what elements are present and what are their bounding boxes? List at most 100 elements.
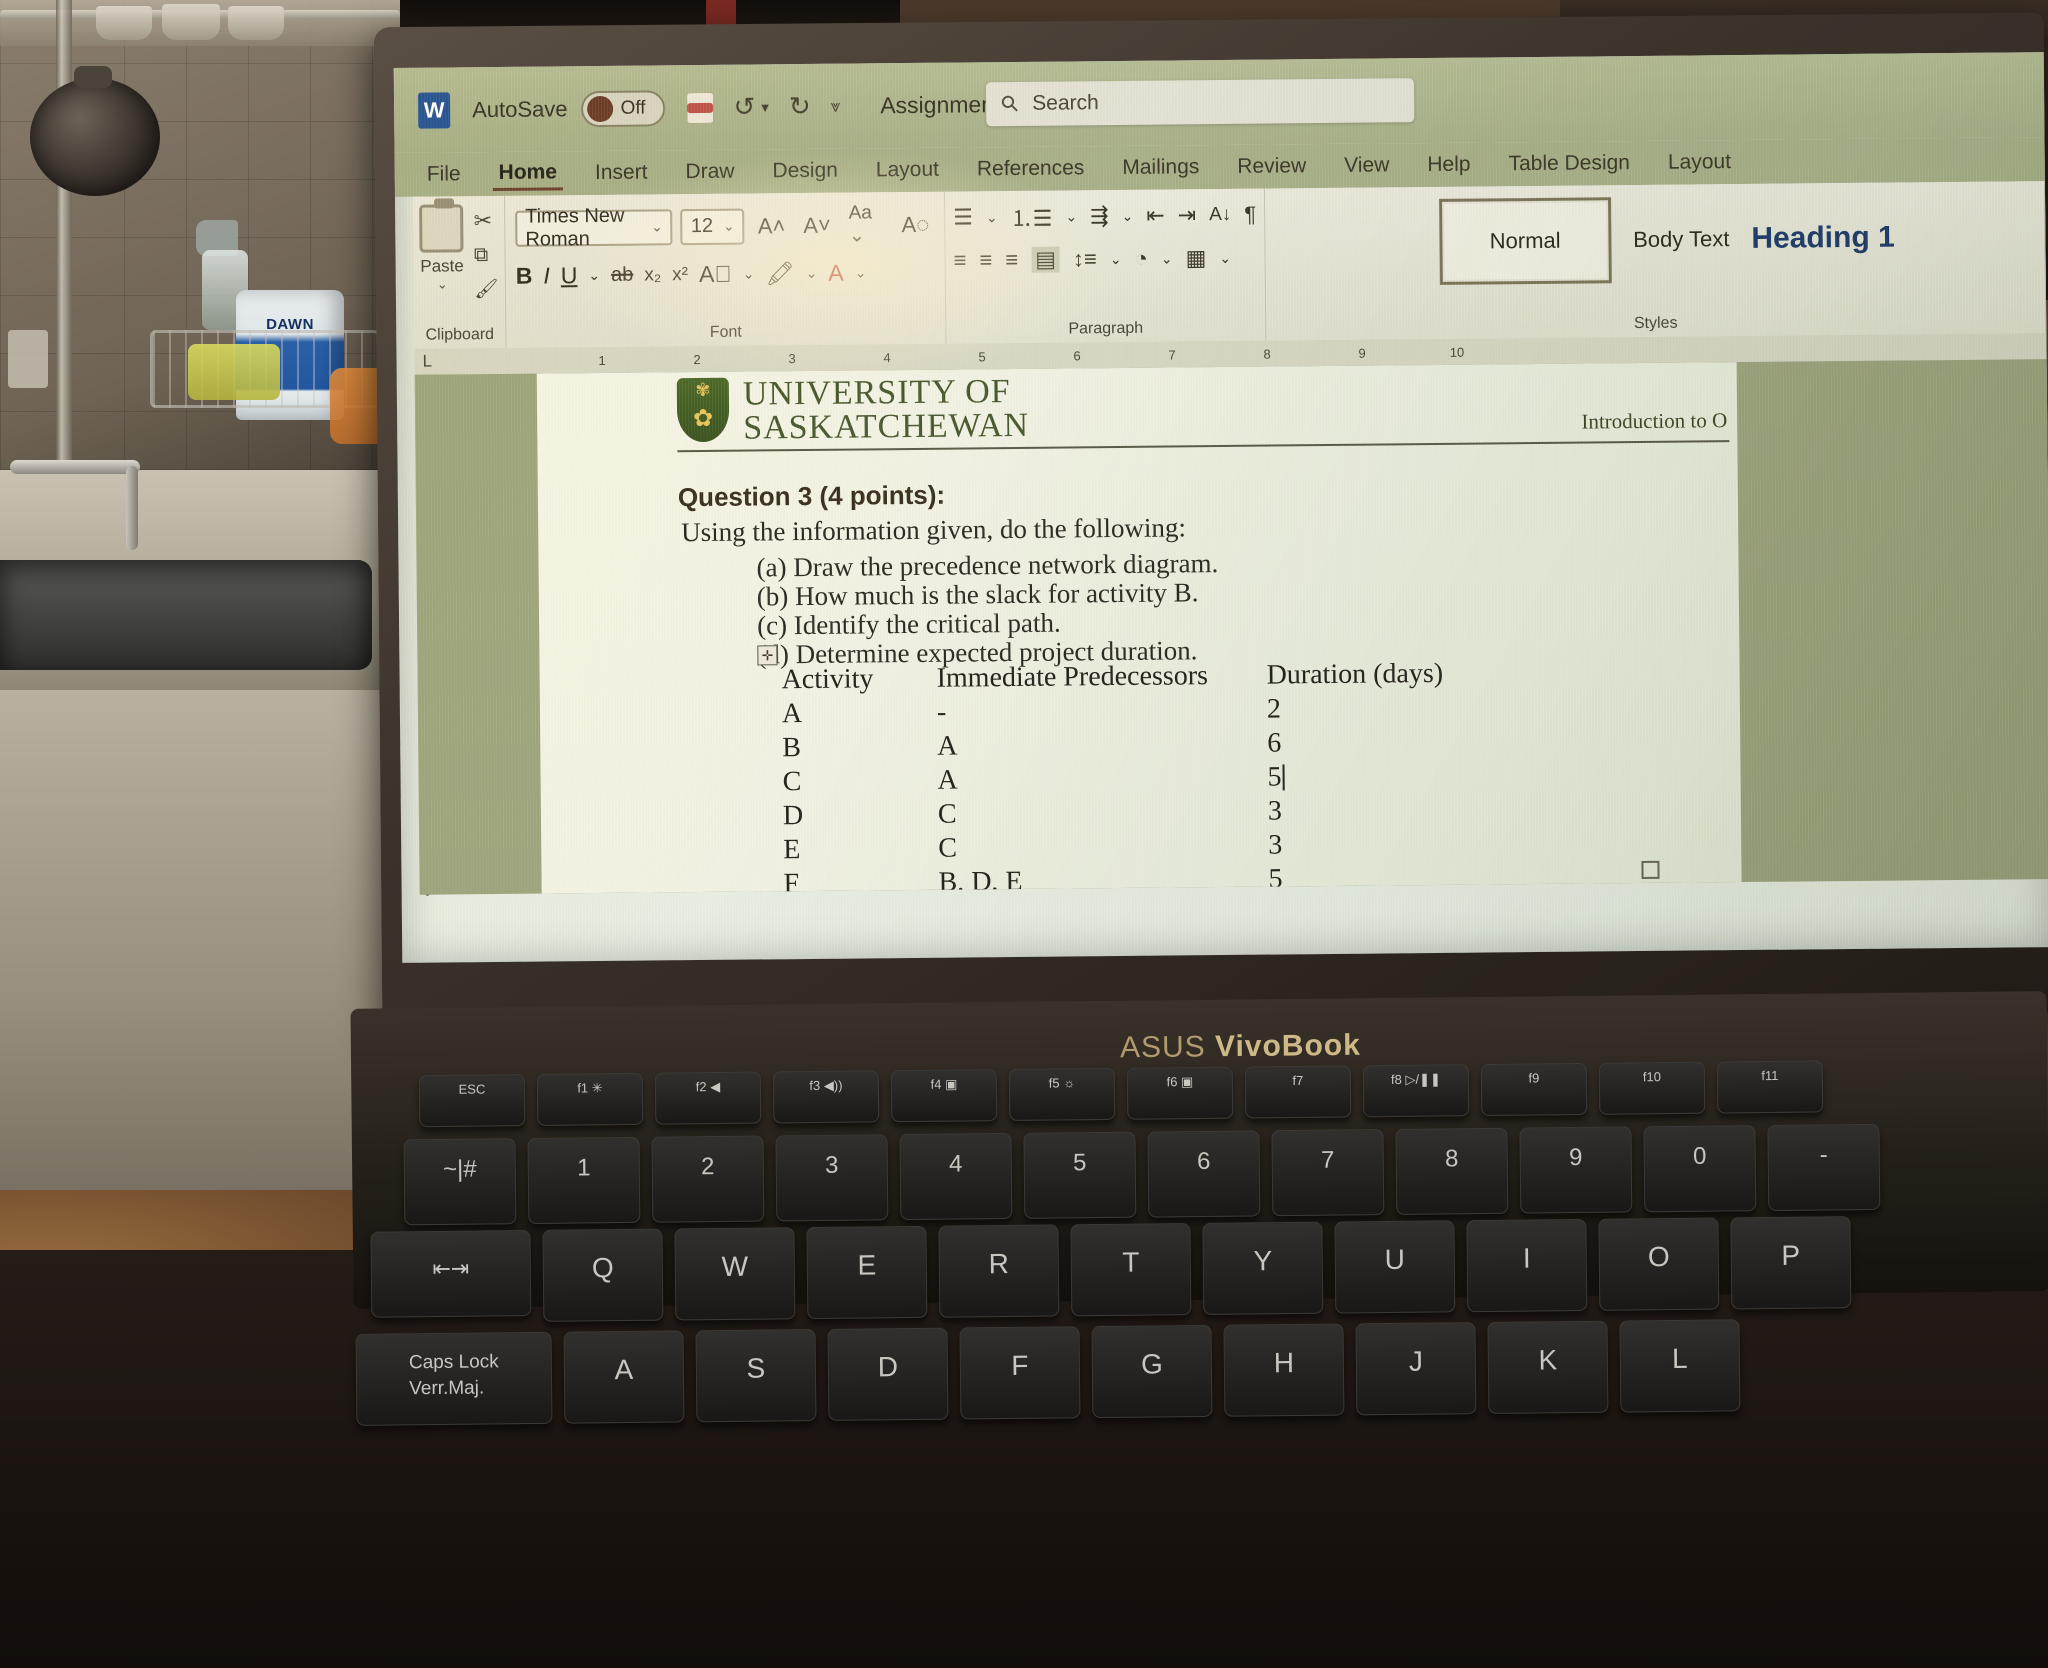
shrink-font-icon[interactable]: A˅ [798,212,836,238]
style-normal[interactable]: Normal [1438,197,1612,285]
key-5[interactable]: 5 [1023,1131,1137,1219]
autosave-toggle[interactable]: Off [581,89,666,127]
key-f7[interactable]: f7 [1244,1065,1352,1119]
key-f11[interactable]: f11 [1716,1060,1824,1114]
chevron-down-icon[interactable]: ⌄ [806,265,818,282]
key-i[interactable]: I [1466,1218,1588,1313]
superscript-button[interactable]: x² [672,264,688,286]
style-body-text[interactable]: Body Text [1633,226,1729,253]
search-input[interactable]: ⚲ Search [985,78,1415,127]
subscript-button[interactable]: x₂ [644,264,661,286]
tab-layout[interactable]: Layout [870,155,945,186]
key-tilde[interactable]: ~|# [403,1138,517,1226]
key-p[interactable]: P [1730,1216,1852,1310]
key-y[interactable]: Y [1202,1221,1324,1315]
format-painter-icon[interactable]: 🖌 [474,277,498,301]
chevron-down-icon[interactable]: ⌄ [1121,207,1133,224]
chevron-down-icon[interactable]: ⌄ [1219,249,1231,266]
font-family-select[interactable]: Times New Roman ⌄ [515,204,673,250]
key-e[interactable]: E [806,1225,928,1320]
key-6[interactable]: 6 [1147,1130,1261,1218]
bullet-list-icon[interactable]: ☰ [953,204,973,230]
table-row[interactable]: F B, D, E 5 [783,861,1445,894]
key-s[interactable]: S [695,1329,817,1423]
line-spacing-icon[interactable]: ↕≡ [1073,246,1097,272]
font-color-icon[interactable]: A [828,260,844,287]
decrease-indent-icon[interactable]: ⇤ [1146,203,1165,229]
shading-icon[interactable]: ◔ [1134,246,1148,272]
cell-activity[interactable]: E [783,832,938,867]
key-f9[interactable]: f9 [1480,1062,1588,1117]
bold-button[interactable]: B [516,263,533,290]
tab-design[interactable]: Design [766,156,844,187]
key-8[interactable]: 8 [1395,1127,1509,1215]
cell-predecessors[interactable]: C [938,829,1268,866]
cell-duration[interactable]: 6 [1267,725,1444,761]
chevron-down-icon[interactable]: ⌄ [1161,250,1173,267]
key-g[interactable]: G [1091,1324,1213,1419]
underline-chevron-down-icon[interactable]: ⌄ [588,267,600,284]
paragraph-mark-icon[interactable]: ¶ [1244,202,1256,228]
paste-chevron-down-icon[interactable]: ⌄ [437,276,448,292]
italic-button[interactable]: I [543,262,550,289]
key-9[interactable]: 9 [1519,1126,1633,1214]
sort-az-icon[interactable]: A↓ [1209,204,1231,226]
cell-duration[interactable]: 3 [1268,793,1445,829]
copy-icon[interactable]: ⧉ [474,244,498,267]
undo-icon[interactable]: ↺ [733,91,755,122]
tab-review[interactable]: Review [1231,151,1312,182]
tab-home[interactable]: Home [492,156,564,191]
justify-icon[interactable]: ▤ [1031,246,1061,273]
tab-draw[interactable]: Draw [679,157,740,188]
cell-duration[interactable]: 2 [1267,691,1444,727]
cell-duration[interactable]: 3 [1268,827,1445,863]
cell-activity[interactable]: A [782,696,937,731]
tab-file[interactable]: File [421,159,467,189]
tab-mailings[interactable]: Mailings [1116,152,1205,183]
key-f1[interactable]: f1 ✳ [536,1072,644,1126]
grow-font-icon[interactable]: A˄ [753,213,791,239]
chevron-down-icon[interactable]: ⌄ [1065,208,1077,225]
key-h[interactable]: H [1223,1323,1345,1417]
key-l[interactable]: L [1619,1319,1741,1413]
tab-table-layout[interactable]: Layout [1662,147,1737,178]
font-size-select[interactable]: 12 ⌄ [680,208,745,245]
tab-view[interactable]: View [1338,150,1395,181]
align-right-icon[interactable]: ≡ [1005,247,1018,273]
strikethrough-button[interactable]: ab [611,264,633,287]
document-page[interactable]: UNIVERSITY OF SASKATCHEWAN Introduction … [536,362,1742,895]
chevron-down-icon[interactable]: ⌄ [855,264,867,281]
key-j[interactable]: J [1355,1322,1477,1416]
key-f8[interactable]: f8 ▷/❚❚ [1362,1064,1470,1118]
key-o[interactable]: O [1598,1217,1720,1311]
key-7[interactable]: 7 [1271,1129,1385,1217]
chevron-down-icon[interactable]: ⌄ [743,265,755,282]
chevron-down-icon[interactable]: ⌄ [1110,250,1122,267]
key-tab[interactable]: ⇤⇥ [370,1230,532,1318]
chevron-down-icon[interactable]: ⌄ [986,209,998,226]
key-t[interactable]: T [1070,1223,1192,1317]
cell-predecessors[interactable]: A [937,727,1267,764]
text-effects-icon[interactable]: A⃞ [699,261,732,288]
increase-indent-icon[interactable]: ⇥ [1178,202,1197,228]
underline-button[interactable]: U [561,262,578,289]
key-4[interactable]: 4 [899,1132,1013,1221]
style-heading-1[interactable]: Heading 1 [1751,221,1895,256]
table-move-handle-icon[interactable]: ✛ [757,645,778,666]
key-f3[interactable]: f3 ◀)) [772,1070,880,1124]
align-left-icon[interactable]: ≡ [953,247,966,273]
activity-table[interactable]: Activity Immediate Predecessors Duration… [781,657,1445,895]
scissors-icon[interactable]: ✂ [474,208,498,234]
numbered-list-icon[interactable]: ⒈☰ [1011,201,1053,233]
key-f2[interactable]: f2 ◀ [654,1071,762,1125]
cell-duration[interactable]: 5 [1267,759,1444,795]
change-case-icon[interactable]: Aa ⌄ [844,202,889,247]
undo-chevron-down-icon[interactable]: ▾ [761,98,769,116]
key-f6[interactable]: f6 ▣ [1126,1066,1234,1120]
key-2[interactable]: 2 [651,1135,765,1223]
customize-quick-access-icon[interactable]: ⩔ [831,96,841,116]
key-d[interactable]: D [827,1327,949,1421]
key-esc[interactable]: ESC [418,1074,526,1128]
key-r[interactable]: R [938,1224,1060,1318]
cell-predecessors[interactable]: A [937,761,1267,798]
